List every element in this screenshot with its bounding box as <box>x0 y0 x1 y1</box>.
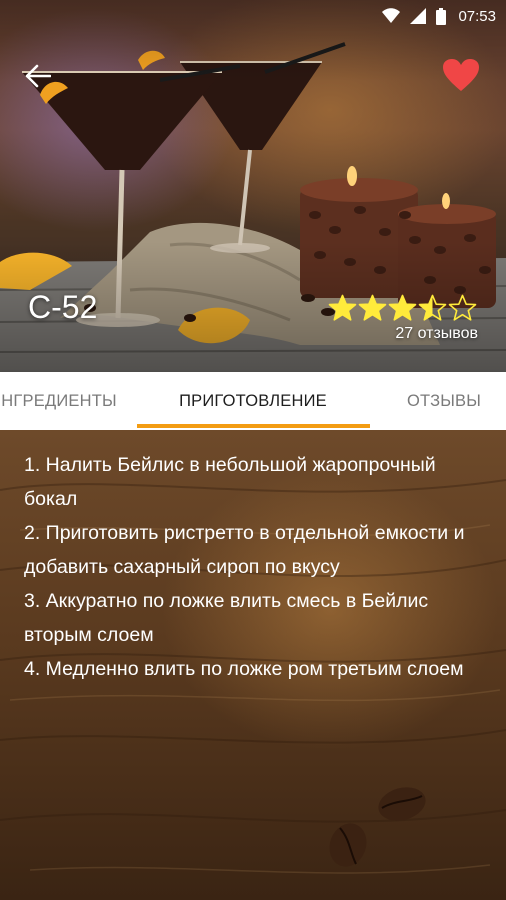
status-bar: 07:53 <box>0 0 506 32</box>
favorite-button[interactable] <box>440 56 482 94</box>
wifi-icon <box>382 8 401 24</box>
star-empty-icon <box>448 294 477 321</box>
heart-icon <box>443 59 479 91</box>
back-button[interactable] <box>20 58 56 94</box>
coffee-beans <box>329 787 426 867</box>
arrow-left-icon <box>25 64 51 88</box>
tab-preparation[interactable]: ПРИГОТОВЛЕНИЕ <box>136 372 370 430</box>
active-tab-indicator <box>137 424 370 428</box>
cocktail-title: С-52 <box>28 289 98 325</box>
tab-ingredients[interactable]: ИНГРЕДИЕНТЫ <box>0 372 138 430</box>
preparation-step: 1. Налить Бейлис в небольшой жаропрочный… <box>24 454 436 510</box>
clock: 07:53 <box>458 7 496 25</box>
preparation-panel: 1. Налить Бейлис в небольшой жаропрочный… <box>0 430 506 900</box>
preparation-step: 2. Приготовить ристретто в отдельной емк… <box>24 522 465 578</box>
preparation-step: 3. Аккуратно по ложке влить смесь в Бейл… <box>24 590 429 646</box>
star-rating <box>328 294 478 322</box>
preparation-step: 4. Медленно влить по ложке ром третьим с… <box>24 658 464 680</box>
tab-bar: ИНГРЕДИЕНТЫ ПРИГОТОВЛЕНИЕ ОТЗЫВЫ <box>0 372 506 430</box>
signal-icon <box>410 8 427 24</box>
preparation-steps: 1. Налить Бейлис в небольшой жаропрочный… <box>24 448 484 686</box>
reviews-count[interactable]: 27 отзывов <box>395 325 478 343</box>
star-full-icon <box>328 294 357 321</box>
star-half-icon <box>418 294 447 321</box>
tab-reviews[interactable]: ОТЗЫВЫ <box>384 372 504 430</box>
star-full-icon <box>388 294 417 321</box>
battery-icon <box>436 7 447 25</box>
star-full-icon <box>358 294 387 321</box>
